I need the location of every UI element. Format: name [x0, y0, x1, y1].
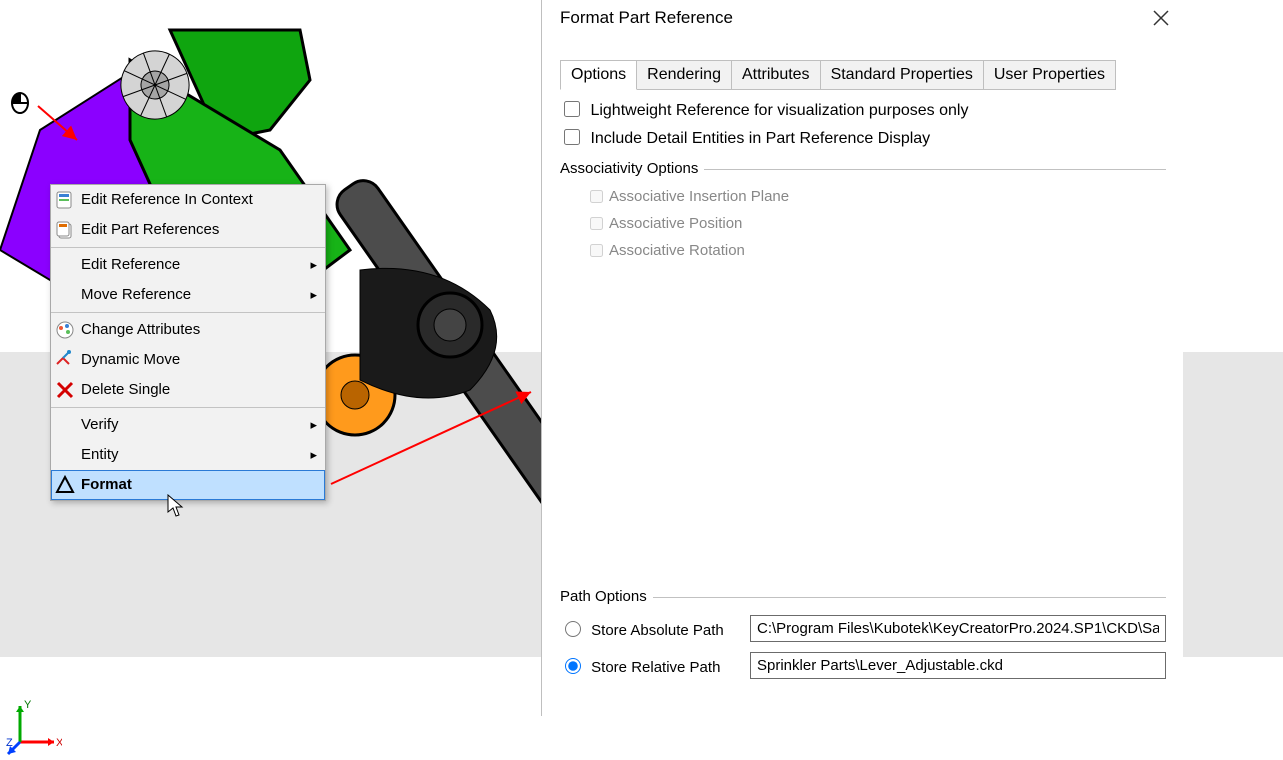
menu-label: Delete Single: [81, 381, 170, 398]
radio-store-relative[interactable]: Store Relative Path: [560, 655, 750, 676]
menu-label: Format: [81, 476, 132, 493]
tab-attributes[interactable]: Attributes: [732, 60, 821, 90]
tab-rendering[interactable]: Rendering: [637, 60, 732, 90]
relative-path-field[interactable]: [750, 652, 1166, 679]
menu-label: Entity: [81, 446, 119, 463]
tab-options[interactable]: Options: [560, 60, 637, 90]
menu-label: Edit Reference: [81, 256, 180, 273]
menu-edit-reference-in-context[interactable]: Edit Reference In Context: [51, 185, 325, 215]
menu-label: Change Attributes: [81, 321, 200, 338]
radio-label: Store Absolute Path: [591, 622, 724, 639]
close-button[interactable]: [1151, 8, 1171, 28]
menu-label: Edit Reference In Context: [81, 191, 253, 208]
tab-standard-properties[interactable]: Standard Properties: [821, 60, 984, 90]
svg-text:X: X: [56, 737, 62, 749]
tab-user-properties[interactable]: User Properties: [984, 60, 1116, 90]
menu-edit-reference-sub[interactable]: Edit Reference: [51, 250, 325, 280]
checkbox-assoc-position: Associative Position: [586, 214, 1166, 233]
checkbox-lightweight[interactable]: Lightweight Reference for visualization …: [560, 102, 968, 119]
checkbox-label: Associative Insertion Plane: [609, 188, 789, 205]
menu-format[interactable]: Format: [51, 470, 325, 500]
palette-icon: [55, 320, 75, 340]
menu-label: Edit Part References: [81, 221, 219, 238]
menu-change-attributes[interactable]: Change Attributes: [51, 315, 325, 345]
svg-text:Y: Y: [24, 700, 32, 711]
dialog-tab-row: Options Rendering Attributes Standard Pr…: [560, 60, 1116, 90]
menu-entity-sub[interactable]: Entity: [51, 440, 325, 470]
menu-verify-sub[interactable]: Verify: [51, 410, 325, 440]
mouse-icon: [9, 92, 31, 114]
checkbox-label: Lightweight Reference for visualization …: [590, 102, 968, 119]
menu-label: Move Reference: [81, 286, 191, 303]
radio-label: Store Relative Path: [591, 659, 720, 676]
checkbox-label: Associative Rotation: [609, 242, 745, 259]
menu-delete-single[interactable]: Delete Single: [51, 375, 325, 405]
checkbox-detail-entities-input[interactable]: [564, 129, 580, 145]
assoc-group-title: Associativity Options: [560, 160, 1166, 177]
checkbox-label: Include Detail Entities in Part Referenc…: [590, 130, 930, 147]
checkbox-assoc-plane: Associative Insertion Plane: [586, 187, 1166, 206]
format-part-reference-dialog: Format Part Reference Options Rendering …: [541, 0, 1183, 716]
checkbox-assoc-plane-input: [590, 190, 603, 203]
menu-dynamic-move[interactable]: Dynamic Move: [51, 345, 325, 375]
triangle-icon: [55, 475, 75, 495]
axes-gizmo: X Y Z: [6, 700, 62, 760]
delete-x-icon: [55, 380, 75, 400]
move-icon: [55, 350, 75, 370]
cursor-icon: [167, 494, 185, 522]
menu-edit-part-references[interactable]: Edit Part References: [51, 215, 325, 245]
absolute-path-field[interactable]: [750, 615, 1166, 642]
checkbox-lightweight-input[interactable]: [564, 101, 580, 117]
menu-label: Dynamic Move: [81, 351, 180, 368]
doc-icon: [55, 190, 75, 210]
checkbox-label: Associative Position: [609, 215, 742, 232]
docs-icon: [55, 220, 75, 240]
context-menu: Edit Reference In Context Edit Part Refe…: [50, 184, 326, 501]
radio-store-relative-input[interactable]: [565, 658, 581, 674]
svg-text:Z: Z: [6, 737, 13, 749]
radio-store-absolute[interactable]: Store Absolute Path: [560, 618, 750, 639]
radio-store-absolute-input[interactable]: [565, 621, 581, 637]
checkbox-detail-entities[interactable]: Include Detail Entities in Part Referenc…: [560, 130, 930, 147]
checkbox-assoc-position-input: [590, 217, 603, 230]
dialog-title: Format Part Reference: [560, 8, 733, 28]
checkbox-assoc-rotation-input: [590, 244, 603, 257]
checkbox-assoc-rotation: Associative Rotation: [586, 241, 1166, 260]
menu-label: Verify: [81, 416, 119, 433]
path-group-title: Path Options: [560, 588, 1166, 605]
menu-move-reference-sub[interactable]: Move Reference: [51, 280, 325, 310]
